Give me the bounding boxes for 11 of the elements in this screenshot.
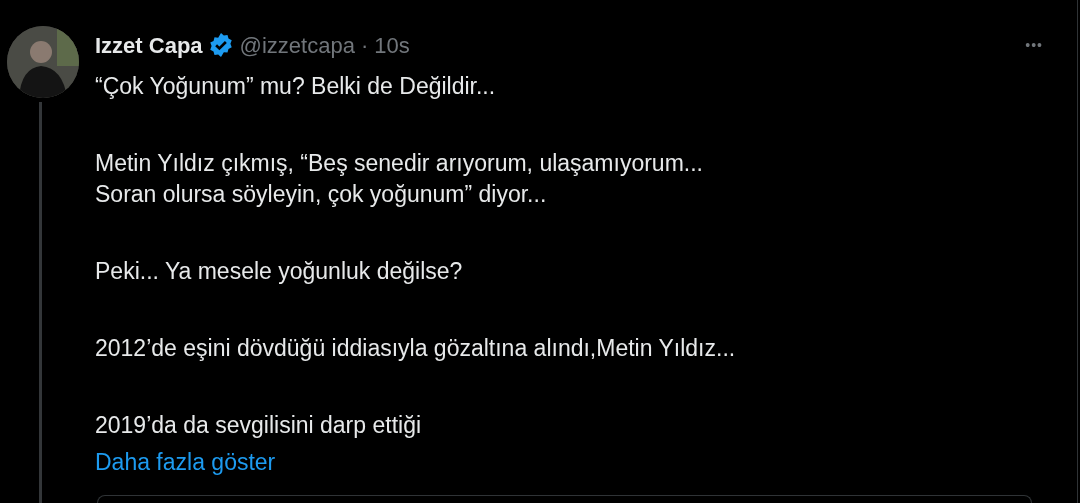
tweet-text: “Çok Yoğunum” mu? Belki de Değildir... [95, 72, 497, 101]
tweet-text: Peki... Ya mesele yoğunluk değilse? [95, 257, 464, 286]
user-handle[interactable]: @izzetcapa [239, 28, 355, 62]
tweet-text: 2012’de eşini dövdüğü iddiasıyla gözaltına alındı,Metin Yıldız... [95, 334, 737, 363]
tweet-text: 2019’da da sevgilisini darp ettiği [95, 411, 423, 440]
timestamp[interactable]: 10s [374, 28, 410, 62]
separator: · [360, 31, 369, 60]
tweet-text: Metin Yıldız çıkmış, “Beş senedir arıyorum, ulaşamıyorum... Soran olursa söyleyin, çok yoğunum” diyor... [95, 149, 704, 209]
more-menu-button[interactable]: ••• [1025, 34, 1043, 56]
author-name[interactable]: Izzet Capa [95, 28, 203, 62]
show-more-link[interactable]: Daha fazla göster [95, 447, 1055, 478]
